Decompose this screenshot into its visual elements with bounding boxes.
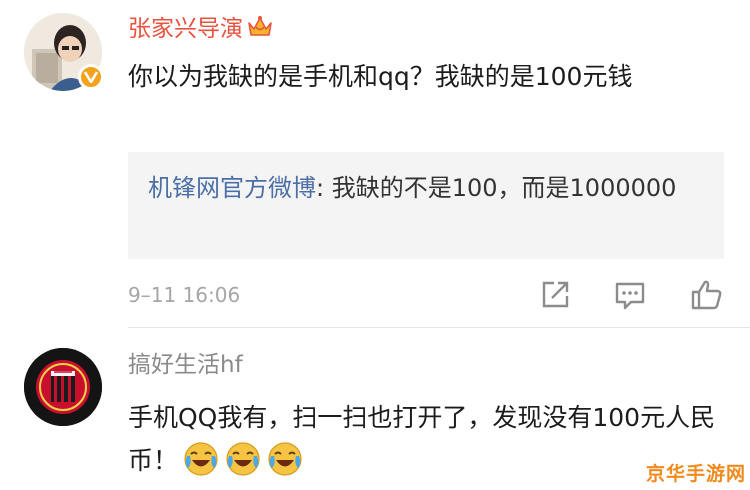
quoted-author-link[interactable]: 机锋网官方微博 xyxy=(148,174,316,202)
comment-actions xyxy=(0,278,750,312)
comment-author[interactable]: 张家兴导演 xyxy=(128,14,273,47)
watermark: 京华手游网 xyxy=(645,463,746,485)
comment-icon[interactable] xyxy=(613,278,647,312)
laugh-cry-emoji-icon xyxy=(224,440,262,478)
like-icon[interactable] xyxy=(690,278,724,312)
quoted-comment-text: 机锋网官方微博: 我缺的不是100，而是1000000 xyxy=(148,168,704,208)
author-name[interactable]: 张家兴导演 xyxy=(128,16,243,42)
comment-item: 搞好生活hf 手机QQ我有，扫一扫也打开了，发现没有100元人民币！ xyxy=(0,328,750,490)
quoted-comment[interactable]: 机锋网官方微博: 我缺的不是100，而是1000000 xyxy=(128,152,724,259)
laugh-cry-emoji-icon xyxy=(266,440,304,478)
quote-separator: : xyxy=(316,174,332,202)
comment-item: 张家兴导演 你以为我缺的是手机和qq？我缺的是100元钱 机锋网官方微博: 我缺… xyxy=(0,0,750,328)
verified-badge-icon xyxy=(78,64,104,90)
crown-icon xyxy=(247,15,273,47)
quoted-text: 我缺的不是100，而是1000000 xyxy=(331,174,677,202)
comment-text: 你以为我缺的是手机和qq？我缺的是100元钱 xyxy=(128,62,633,91)
share-icon[interactable] xyxy=(538,278,572,312)
comment-author[interactable]: 搞好生活hf xyxy=(128,350,243,380)
comment-text: 手机QQ我有，扫一扫也打开了，发现没有100元人民币！ xyxy=(128,396,728,482)
laugh-cry-emoji-icon xyxy=(182,440,220,478)
avatar[interactable] xyxy=(24,348,102,426)
